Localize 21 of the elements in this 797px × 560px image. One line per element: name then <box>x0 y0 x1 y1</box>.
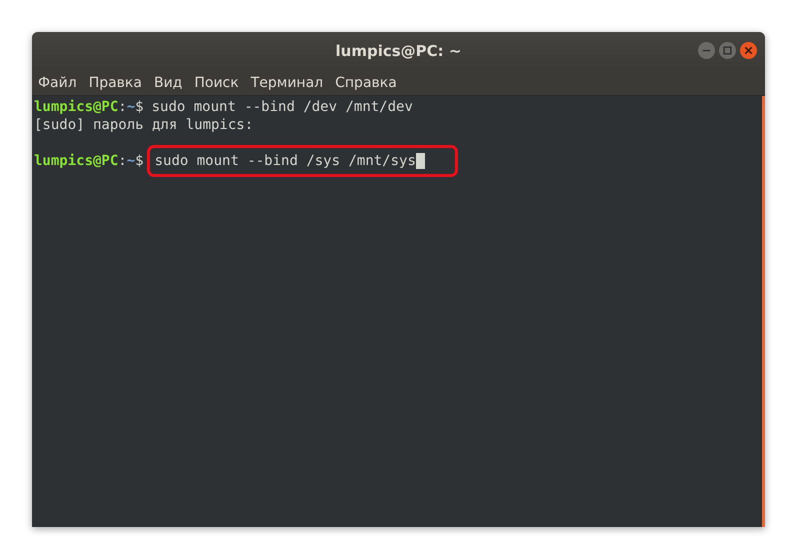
prompt-user-host: lumpics@PC <box>34 152 118 170</box>
maximize-button[interactable] <box>719 42 736 59</box>
menu-item[interactable]: Терминал <box>250 74 324 90</box>
output-text: [sudo] пароль для lumpics: <box>34 116 254 134</box>
prompt-colon: : <box>118 98 127 116</box>
prompt-symbol: $ <box>135 152 144 170</box>
prompt-colon: : <box>118 152 127 170</box>
command-text: sudo mount --bind /dev /mnt/dev <box>152 98 413 116</box>
prompt-path: ~ <box>126 98 136 116</box>
prompt-path: ~ <box>126 152 136 170</box>
minimize-button[interactable] <box>698 42 715 59</box>
command-text: sudo mount --bind /sys /mnt/sys <box>154 152 416 170</box>
menu-item[interactable]: Вид <box>154 74 182 90</box>
menu-item[interactable]: Файл <box>38 74 77 90</box>
menu-item[interactable]: Поиск <box>194 74 239 90</box>
prompt-symbol: $ <box>135 98 144 116</box>
menu-item[interactable]: Справка <box>335 74 397 90</box>
menu-item[interactable]: Правка <box>88 74 142 90</box>
prompt-user-host: lumpics@PC <box>34 98 118 116</box>
window-title: lumpics@PC: ~ <box>336 42 462 60</box>
close-button[interactable] <box>740 42 757 59</box>
